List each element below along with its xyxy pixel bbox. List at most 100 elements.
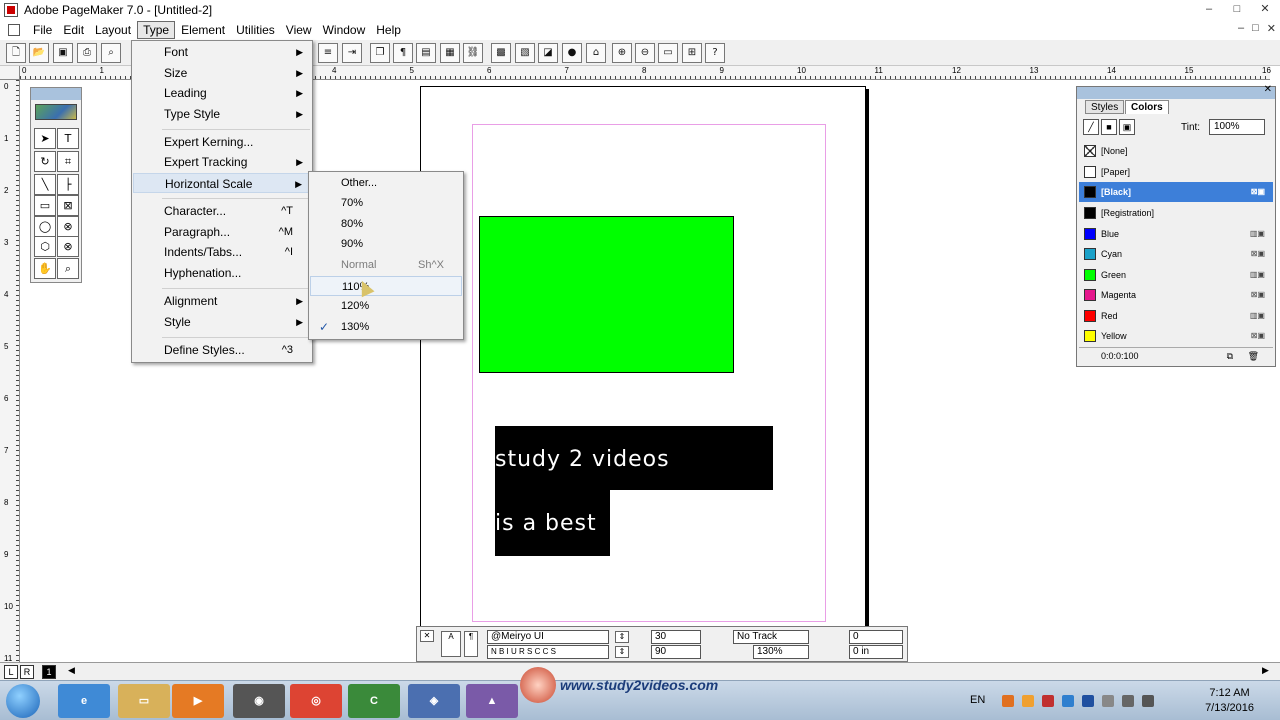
tab-colors[interactable]: Colors xyxy=(1125,100,1169,114)
close-button[interactable]: ✕ xyxy=(1254,1,1276,17)
tray-icon[interactable] xyxy=(1062,695,1074,707)
ie-icon[interactable]: e xyxy=(58,684,110,718)
copy-icon[interactable]: ❐ xyxy=(370,43,390,63)
align-icon[interactable]: ≡ xyxy=(318,43,338,63)
menu-layout[interactable]: Layout xyxy=(90,22,136,38)
color-row-green[interactable]: Green ▥▣ xyxy=(1079,265,1273,285)
new-color-icon[interactable]: ⧉ xyxy=(1227,348,1233,365)
minimize-button[interactable]: – xyxy=(1198,1,1220,17)
doc-close-button[interactable]: ✕ xyxy=(1267,22,1276,35)
ellipse-frame-tool-icon[interactable]: ⊗ xyxy=(57,216,79,237)
menu-item-type-style[interactable]: Type Style ▶ xyxy=(133,104,311,124)
fit-window-icon[interactable]: ⊞ xyxy=(682,43,702,63)
clock[interactable]: 7:12 AM 7/13/2016 xyxy=(1205,686,1254,716)
color-row-none[interactable]: [None] xyxy=(1079,141,1273,161)
font-select[interactable]: @Meiryo UI xyxy=(487,630,609,644)
photo-icon[interactable]: ◪ xyxy=(538,43,558,63)
colors-icon[interactable]: ▤ xyxy=(416,43,436,63)
help-icon[interactable]: ? xyxy=(705,43,725,63)
bluetooth-icon[interactable] xyxy=(1082,695,1094,707)
menu-view[interactable]: View xyxy=(281,22,317,38)
rectangle-tool-icon[interactable]: ▭ xyxy=(34,195,56,216)
text-tool-icon[interactable]: T xyxy=(57,128,79,149)
document-icon[interactable] xyxy=(8,24,20,36)
tray-icon[interactable] xyxy=(1042,695,1054,707)
volume-icon[interactable] xyxy=(1142,695,1154,707)
chrome-icon[interactable]: ◎ xyxy=(290,684,342,718)
scale-option-120[interactable]: 120% xyxy=(310,296,462,316)
doc-restore-button[interactable]: □ xyxy=(1252,22,1259,35)
pointer-tool-icon[interactable]: ➤ xyxy=(34,128,56,149)
menu-utilities[interactable]: Utilities xyxy=(231,22,280,38)
language-indicator[interactable]: EN xyxy=(970,694,985,706)
polygon-tool-icon[interactable]: ⬡ xyxy=(34,236,56,257)
crop-tool-icon[interactable]: ⌗ xyxy=(57,151,79,172)
menu-item-paragraph[interactable]: Paragraph... ^M xyxy=(133,222,311,242)
menu-item-expert-tracking[interactable]: Expert Tracking ▶ xyxy=(133,152,311,172)
start-button[interactable] xyxy=(6,684,40,718)
baseline-shift-field[interactable]: 0 in xyxy=(849,645,903,659)
tray-icon[interactable] xyxy=(1002,695,1014,707)
network-icon[interactable] xyxy=(1122,695,1134,707)
app-icon-7[interactable]: ◈ xyxy=(408,684,460,718)
new-icon[interactable]: 🗋 xyxy=(6,43,26,63)
vertical-ruler[interactable]: 0 1 2 3 4 5 6 7 8 9 10 11 xyxy=(0,80,20,663)
maximize-button[interactable]: □ xyxy=(1226,1,1248,17)
scale-option-70[interactable]: 70% xyxy=(310,193,462,213)
trash-icon[interactable]: 🗑 xyxy=(1248,348,1259,365)
tray-icon[interactable] xyxy=(1022,695,1034,707)
scale-option-110[interactable]: 110% xyxy=(310,276,462,296)
styles-icon[interactable]: ¶ xyxy=(393,43,413,63)
menu-item-expert-kerning[interactable]: Expert Kerning... xyxy=(133,132,311,152)
color-row-paper[interactable]: [Paper] xyxy=(1079,162,1273,182)
battery-icon[interactable] xyxy=(1102,695,1114,707)
color-row-registration[interactable]: [Registration] xyxy=(1079,203,1273,223)
green-rectangle[interactable] xyxy=(479,216,734,373)
menu-item-character[interactable]: Character... ^T xyxy=(133,201,311,221)
menu-element[interactable]: Element xyxy=(176,22,230,38)
pagemaker-taskbar-icon[interactable]: ▲ xyxy=(466,684,518,718)
media-player-icon[interactable]: ▶ xyxy=(172,684,224,718)
image-icon[interactable]: ▩ xyxy=(491,43,511,63)
ruler-corner[interactable] xyxy=(0,66,20,80)
menu-item-indents-tabs[interactable]: Indents/Tabs... ^I xyxy=(133,242,311,262)
menu-item-leading[interactable]: Leading ▶ xyxy=(133,83,311,103)
fill-icon[interactable]: ■ xyxy=(1101,119,1117,135)
tracking-select[interactable]: No Track xyxy=(733,630,809,644)
page-icon-left-master[interactable]: L xyxy=(4,665,18,679)
actual-size-icon[interactable]: ▭ xyxy=(658,43,678,63)
find-icon[interactable]: ⌕ xyxy=(101,43,121,63)
tint-select[interactable]: 100% xyxy=(1209,119,1265,135)
constrained-line-tool-icon[interactable]: ├ xyxy=(57,174,79,195)
doc-minimize-button[interactable]: – xyxy=(1238,22,1244,35)
color-row-cyan[interactable]: Cyan ⊠▣ xyxy=(1079,244,1273,264)
menu-type[interactable]: Type xyxy=(137,21,176,39)
paragraph-mode-icon[interactable]: ¶ xyxy=(464,631,478,657)
ellipse-tool-icon[interactable]: ◯ xyxy=(34,216,56,237)
link-icon[interactable]: ⛓ xyxy=(463,43,483,63)
palette-close-icon[interactable]: ✕ xyxy=(420,630,434,642)
menu-help[interactable]: Help xyxy=(371,22,406,38)
globe-icon[interactable]: ● xyxy=(562,43,582,63)
scale-option-130[interactable]: ✓ 130% xyxy=(310,317,462,337)
print-icon[interactable]: ⎙ xyxy=(77,43,97,63)
scale-option-normal[interactable]: Normal Sh^X xyxy=(310,255,462,275)
menu-item-alignment[interactable]: Alignment ▶ xyxy=(133,291,311,311)
page-icon-1[interactable]: 1 xyxy=(42,665,56,679)
rotate-tool-icon[interactable]: ↻ xyxy=(34,151,56,172)
text-line-2[interactable]: is a best xyxy=(495,490,610,556)
zoom-out-icon[interactable]: ⊖ xyxy=(635,43,655,63)
leading-stepper-icon[interactable]: ⇕ xyxy=(615,646,629,658)
menu-edit[interactable]: Edit xyxy=(58,22,89,38)
scale-option-other[interactable]: Other... xyxy=(310,173,462,193)
toolbox-header[interactable] xyxy=(31,88,81,100)
fill-and-stroke-icon[interactable]: ▣ xyxy=(1119,119,1135,135)
explorer-icon[interactable]: ▭ xyxy=(118,684,170,718)
menu-item-size[interactable]: Size ▶ xyxy=(133,63,311,83)
color-row-yellow[interactable]: Yellow ⊠▣ xyxy=(1079,326,1273,346)
camtasia-icon[interactable]: C xyxy=(348,684,400,718)
menu-item-hyphenation[interactable]: Hyphenation... xyxy=(133,263,311,283)
indent-icon[interactable]: ⇥ xyxy=(342,43,362,63)
size-stepper-icon[interactable]: ⇕ xyxy=(615,631,629,643)
color-row-red[interactable]: Red ▥▣ xyxy=(1079,306,1273,326)
